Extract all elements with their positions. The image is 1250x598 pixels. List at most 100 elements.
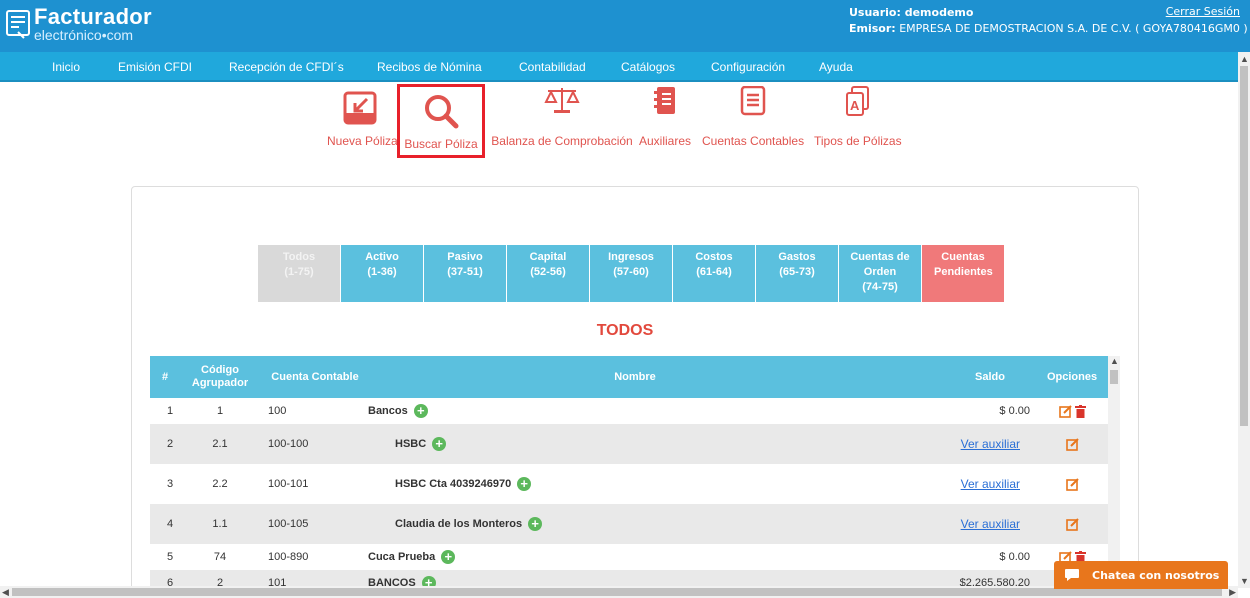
scroll-right-icon[interactable]: ▶	[1229, 587, 1236, 598]
page-horizontal-scrollbar[interactable]: ◀ ▶	[0, 586, 1238, 598]
user-label: Usuario: demodemo	[849, 6, 974, 19]
cell-cuenta: 100-890	[268, 551, 309, 563]
account-type-filters: Todos (1-75) Activo (1-36) Pasivo (37-51…	[258, 245, 1005, 302]
toolbar-auxiliares[interactable]: Auxiliares	[636, 86, 694, 148]
table-row[interactable]: 4 1.1 100-105 Claudia de los Monteros + V…	[150, 504, 1108, 544]
nav-item-contabilidad[interactable]: Contabilidad	[519, 60, 586, 74]
filter-name: Pasivo	[447, 251, 483, 263]
filter-costos[interactable]: Costos (61-64)	[673, 245, 755, 302]
page-scrollbar-thumb[interactable]	[1240, 66, 1248, 426]
header-opciones: Opciones	[1046, 370, 1098, 383]
filter-gastos[interactable]: Gastos (65-73)	[756, 245, 838, 302]
logout-link[interactable]: Cerrar Sesión	[1166, 5, 1240, 18]
header-num: #	[161, 370, 169, 383]
logo-subtitle: electrónico•com	[34, 27, 134, 43]
filter-name: Capital	[529, 251, 567, 263]
trash-icon[interactable]	[1074, 404, 1086, 418]
logo-title: Facturador	[34, 4, 152, 29]
page-hscrollbar-thumb[interactable]	[12, 588, 1222, 596]
filter-name: Costos	[695, 251, 733, 263]
toolbar-nueva-poliza[interactable]: Nueva Póliza	[327, 86, 398, 148]
filter-range: (1-75)	[284, 266, 314, 278]
svg-text:A: A	[850, 98, 860, 113]
nav-item-ayuda[interactable]: Ayuda	[819, 60, 853, 74]
ver-auxiliar-link[interactable]: Ver auxiliar	[961, 517, 1020, 531]
accounts-table: # Código Agrupador Cuenta Contable Nombr…	[150, 356, 1120, 588]
logo-icon	[6, 10, 30, 39]
ver-auxiliar-link[interactable]: Ver auxiliar	[961, 477, 1020, 491]
add-subaccount-icon[interactable]: +	[441, 550, 456, 564]
cell-saldo: $ 0.00	[999, 405, 1030, 417]
scroll-down-icon[interactable]: ▼	[1240, 576, 1249, 586]
cell-nombre: Claudia de los Monteros	[395, 518, 523, 530]
scroll-up-icon[interactable]: ▲	[1240, 54, 1249, 64]
toolbar-cuentas-contables[interactable]: Cuentas Contables	[702, 86, 804, 148]
cell-nombre: Cuca Prueba	[368, 551, 436, 563]
list-icon	[740, 86, 766, 116]
toolbar-tipos-polizas[interactable]: A Tipos de Pólizas	[814, 86, 902, 148]
table-row[interactable]: 2 2.1 100-100 HSBC + Ver auxiliar	[150, 424, 1108, 464]
filter-cuentas-orden[interactable]: Cuentas de Orden (74-75)	[839, 245, 921, 302]
add-subaccount-icon[interactable]: +	[528, 517, 543, 531]
nav-item-inicio[interactable]: Inicio	[52, 60, 80, 74]
edit-icon[interactable]	[1058, 404, 1072, 418]
toolbar-label: Nueva Póliza	[327, 134, 398, 148]
toolbar-label: Buscar Póliza	[404, 137, 478, 151]
filter-capital[interactable]: Capital (52-56)	[507, 245, 589, 302]
emisor-value: EMPRESA DE DEMOSTRACION S.A. DE C.V. ( G…	[899, 22, 1248, 35]
cell-cuenta: 100	[268, 405, 287, 417]
filter-pasivo[interactable]: Pasivo (37-51)	[424, 245, 506, 302]
toolbar-label: Balanza de Comprobación	[491, 134, 633, 148]
main-nav: Inicio Emisión CFDI Recepción de CFDI´s …	[0, 52, 1240, 82]
document-types-icon: A	[846, 86, 869, 116]
chat-button[interactable]: Chatea con nosotros	[1054, 561, 1228, 589]
toolbar-balanza[interactable]: Balanza de Comprobación	[490, 86, 634, 148]
filter-ingresos[interactable]: Ingresos (57-60)	[590, 245, 672, 302]
nav-item-catalogos[interactable]: Catálogos	[621, 60, 675, 74]
edit-icon[interactable]	[1065, 517, 1079, 531]
table-scrollbar[interactable]: ▲	[1108, 356, 1120, 588]
cell-saldo: $ 0.00	[999, 551, 1030, 563]
chat-bubble-icon	[1065, 569, 1079, 581]
table-row[interactable]: 3 2.2 100-101 HSBC Cta 4039246970 + Ver a…	[150, 464, 1108, 504]
nav-item-configuracion[interactable]: Configuración	[711, 60, 785, 74]
add-subaccount-icon[interactable]: +	[432, 437, 447, 451]
ledger-icon	[654, 87, 675, 114]
filter-name: Activo	[365, 251, 399, 263]
table-row[interactable]: 1 1 100 Bancos + $ 0.00	[150, 398, 1108, 424]
ver-auxiliar-link[interactable]: Ver auxiliar	[961, 437, 1020, 451]
nav-item-emision-cfdi[interactable]: Emisión CFDI	[118, 60, 192, 74]
filter-range: (74-75)	[862, 281, 898, 293]
page-vertical-scrollbar[interactable]: ▲ ▼	[1238, 52, 1250, 588]
cell-codigo: 74	[213, 551, 227, 563]
scroll-up-icon[interactable]: ▲	[1110, 356, 1119, 366]
nav-item-recepcion-cfdi[interactable]: Recepción de CFDI´s	[229, 60, 344, 74]
edit-icon[interactable]	[1065, 477, 1079, 491]
table-scrollbar-thumb[interactable]	[1110, 370, 1118, 384]
filter-activo[interactable]: Activo (1-36)	[341, 245, 423, 302]
add-subaccount-icon[interactable]: +	[413, 404, 428, 418]
cell-nombre: HSBC Cta 4039246970	[395, 478, 512, 490]
cell-nombre: HSBC	[395, 438, 427, 450]
header-cuenta-contable: Cuenta Contable	[271, 370, 359, 383]
logo[interactable]: Facturador electrónico•com	[6, 6, 152, 42]
filter-name: Todos	[282, 251, 316, 263]
nav-item-recibos-nomina[interactable]: Recibos de Nómina	[377, 60, 482, 74]
scale-icon	[544, 88, 580, 113]
header-nombre: Nombre	[614, 370, 656, 383]
emisor-label: Emisor:	[849, 22, 896, 35]
filter-name: Cuentas de Orden	[850, 251, 910, 278]
edit-icon[interactable]	[1065, 437, 1079, 451]
filter-range: (52-56)	[530, 266, 566, 278]
filter-name: Ingresos	[608, 251, 654, 263]
filter-range: (61-64)	[696, 266, 732, 278]
cell-cuenta: 100-100	[268, 438, 309, 450]
scroll-left-icon[interactable]: ◀	[2, 587, 9, 598]
filter-cuentas-pendientes[interactable]: Cuentas Pendientes	[922, 245, 1004, 302]
table-row[interactable]: 5 74 100-890 Cuca Prueba + $ 0.00	[150, 544, 1108, 570]
cell-codigo: 2.2	[212, 478, 228, 490]
filter-todos[interactable]: Todos (1-75)	[258, 245, 340, 302]
add-subaccount-icon[interactable]: +	[517, 477, 532, 491]
toolbar-buscar-poliza[interactable]: Buscar Póliza	[397, 84, 485, 158]
cell-codigo: 2.1	[212, 438, 228, 450]
